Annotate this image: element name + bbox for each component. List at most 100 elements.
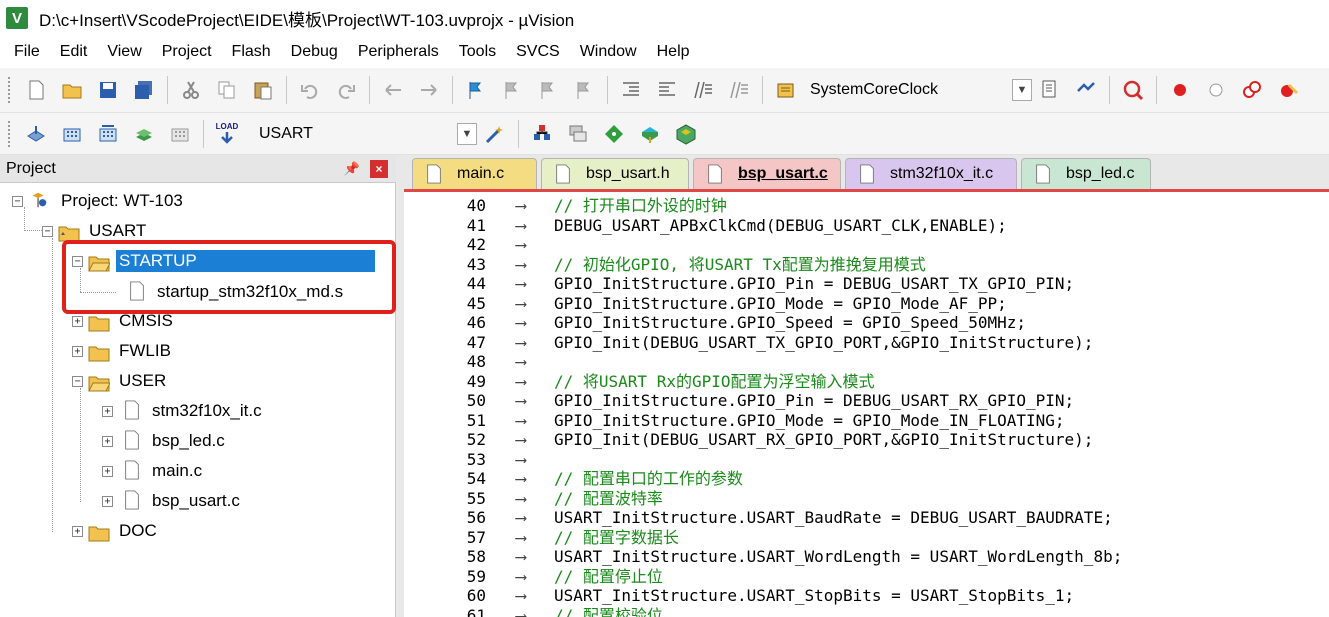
code-line[interactable]: 61 ⟶ // 配置校验位 bbox=[404, 606, 1329, 617]
tree-node-file[interactable]: startup_stm32f10x_md.s bbox=[126, 278, 346, 306]
unindent-icon[interactable] bbox=[653, 76, 681, 104]
expand-toggle[interactable]: + bbox=[102, 495, 113, 507]
stop-build-icon[interactable] bbox=[166, 120, 194, 148]
code-line[interactable]: 59 ⟶ // 配置停止位 bbox=[404, 567, 1329, 587]
nav-forward-icon[interactable] bbox=[415, 76, 443, 104]
translate-icon[interactable] bbox=[22, 120, 50, 148]
code-line[interactable]: 40 ⟶ // 打开串口外设的时钟 bbox=[404, 196, 1329, 216]
tab-bsp-usart-c[interactable]: bsp_usart.c bbox=[693, 158, 841, 189]
code-line[interactable]: 55 ⟶ // 配置波特率 bbox=[404, 489, 1329, 509]
find-in-files-icon[interactable] bbox=[772, 76, 800, 104]
menu-item-edit[interactable]: Edit bbox=[50, 36, 98, 68]
rebuild-icon[interactable] bbox=[94, 120, 122, 148]
tab-bsp-led-c[interactable]: bsp_led.c bbox=[1021, 158, 1151, 189]
menu-item-debug[interactable]: Debug bbox=[281, 36, 348, 68]
components-icon[interactable] bbox=[672, 120, 700, 148]
code-line[interactable]: 41 ⟶ DEBUG_USART_APBxClkCmd(DEBUG_USART_CL… bbox=[404, 216, 1329, 236]
save-all-icon[interactable] bbox=[130, 76, 158, 104]
menu-item-flash[interactable]: Flash bbox=[222, 36, 281, 68]
pin-icon[interactable]: 📌 bbox=[344, 161, 360, 177]
collapse-toggle[interactable]: − bbox=[12, 195, 23, 207]
code-line[interactable]: 51 ⟶ GPIO_InitStructure.GPIO_Mode = GPIO_M… bbox=[404, 411, 1329, 431]
manage-project-items-icon[interactable] bbox=[528, 120, 556, 148]
code-line[interactable]: 42 ⟶ bbox=[404, 235, 1329, 255]
uncomment-icon[interactable] bbox=[725, 76, 753, 104]
comment-icon[interactable] bbox=[689, 76, 717, 104]
tree-node-target[interactable]: − USART bbox=[42, 217, 149, 245]
menu-item-peripherals[interactable]: Peripherals bbox=[348, 36, 449, 68]
bookmark-prev-icon[interactable] bbox=[498, 76, 526, 104]
expand-toggle[interactable]: + bbox=[102, 405, 113, 417]
menu-item-window[interactable]: Window bbox=[570, 36, 647, 68]
incremental-find-icon[interactable] bbox=[1072, 76, 1100, 104]
code-line[interactable]: 52 ⟶ GPIO_Init(DEBUG_USART_RX_GPIO_PORT,&G… bbox=[404, 430, 1329, 450]
breakpoint-enable-icon[interactable] bbox=[1202, 76, 1230, 104]
toolbar-grip[interactable] bbox=[8, 120, 12, 147]
tree-node-file[interactable]: + stm32f10x_it.c bbox=[102, 397, 265, 425]
collapse-toggle[interactable]: − bbox=[42, 225, 53, 237]
chevron-down-icon[interactable]: ▼ bbox=[457, 122, 477, 145]
expand-toggle[interactable]: + bbox=[102, 435, 113, 447]
build-icon[interactable] bbox=[58, 120, 86, 148]
nav-back-icon[interactable] bbox=[379, 76, 407, 104]
pack-installer-icon[interactable] bbox=[600, 120, 628, 148]
save-icon[interactable] bbox=[94, 76, 122, 104]
code-editor[interactable]: 40 ⟶ // 打开串口外设的时钟 41 ⟶ DEBUG_USART_APBxClkCmd… bbox=[404, 189, 1329, 617]
code-line[interactable]: 44 ⟶ GPIO_InitStructure.GPIO_Pin = DEBUG_U… bbox=[404, 274, 1329, 294]
breakpoint-insert-icon[interactable] bbox=[1166, 76, 1194, 104]
code-line[interactable]: 49 ⟶ // 将USART Rx的GPIO配置为浮空输入模式 bbox=[404, 372, 1329, 392]
tree-node-project[interactable]: − Project: WT-103 bbox=[12, 187, 186, 215]
menu-item-svcs[interactable]: SVCS bbox=[506, 36, 570, 68]
bookmark-toggle-icon[interactable] bbox=[462, 76, 490, 104]
code-line[interactable]: 47 ⟶ GPIO_Init(DEBUG_USART_TX_GPIO_PORT,&G… bbox=[404, 333, 1329, 353]
select-packs-icon[interactable] bbox=[564, 120, 592, 148]
code-line[interactable]: 54 ⟶ // 配置串口的工作的参数 bbox=[404, 469, 1329, 489]
tab-stm32f10x-it-c[interactable]: stm32f10x_it.c bbox=[845, 158, 1017, 189]
tree-node-group-fwlib[interactable]: + FWLIB bbox=[72, 337, 174, 365]
code-line[interactable]: 60 ⟶ USART_InitStructure.USART_StopBits = … bbox=[404, 586, 1329, 606]
new-file-icon[interactable] bbox=[22, 76, 50, 104]
code-line[interactable]: 45 ⟶ GPIO_InitStructure.GPIO_Mode = GPIO_M… bbox=[404, 294, 1329, 314]
collapse-toggle[interactable]: − bbox=[72, 255, 83, 267]
cut-icon[interactable] bbox=[177, 76, 205, 104]
expand-toggle[interactable]: + bbox=[72, 315, 83, 327]
code-line[interactable]: 58 ⟶ USART_InitStructure.USART_WordLength … bbox=[404, 547, 1329, 567]
expand-toggle[interactable]: + bbox=[72, 525, 83, 537]
paste-icon[interactable] bbox=[249, 76, 277, 104]
tree-node-file[interactable]: + bsp_led.c bbox=[102, 427, 228, 455]
debug-session-icon[interactable] bbox=[1119, 76, 1147, 104]
menu-item-project[interactable]: Project bbox=[152, 36, 222, 68]
target-select[interactable]: USART ▼ bbox=[253, 120, 477, 148]
find-combo[interactable]: SystemCoreClock ▼ bbox=[804, 76, 1032, 104]
tree-node-group-doc[interactable]: + DOC bbox=[72, 517, 160, 545]
breakpoint-disable-all-icon[interactable] bbox=[1238, 76, 1266, 104]
code-line[interactable]: 57 ⟶ // 配置字数据长 bbox=[404, 528, 1329, 548]
chevron-down-icon[interactable]: ▼ bbox=[1012, 79, 1032, 101]
expand-toggle[interactable]: + bbox=[72, 345, 83, 357]
tab-main-c[interactable]: main.c bbox=[412, 158, 537, 189]
tab-bsp-usart-h[interactable]: bsp_usart.h bbox=[541, 158, 689, 189]
code-line[interactable]: 53 ⟶ bbox=[404, 450, 1329, 470]
tree-node-group-cmsis[interactable]: + CMSIS bbox=[72, 307, 176, 335]
code-line[interactable]: 43 ⟶ // 初始化GPIO, 将USART Tx配置为推挽复用模式 bbox=[404, 255, 1329, 275]
code-line[interactable]: 46 ⟶ GPIO_InitStructure.GPIO_Speed = GPIO_… bbox=[404, 313, 1329, 333]
breakpoint-kill-all-icon[interactable] bbox=[1274, 76, 1302, 104]
batch-build-icon[interactable] bbox=[130, 120, 158, 148]
code-line[interactable]: 56 ⟶ USART_InitStructure.USART_BaudRate = … bbox=[404, 508, 1329, 528]
copy-icon[interactable] bbox=[213, 76, 241, 104]
tree-node-group-user[interactable]: − USER bbox=[72, 367, 169, 395]
redo-icon[interactable] bbox=[332, 76, 360, 104]
menu-item-tools[interactable]: Tools bbox=[449, 36, 506, 68]
indent-icon[interactable] bbox=[617, 76, 645, 104]
panel-splitter[interactable] bbox=[396, 155, 404, 617]
toolbar-grip[interactable] bbox=[8, 77, 12, 103]
code-line[interactable]: 48 ⟶ bbox=[404, 352, 1329, 372]
download-load-icon[interactable]: LOAD bbox=[213, 120, 241, 148]
target-options-icon[interactable] bbox=[481, 120, 509, 148]
code-line[interactable]: 50 ⟶ GPIO_InitStructure.GPIO_Pin = DEBUG_U… bbox=[404, 391, 1329, 411]
tree-node-file[interactable]: + main.c bbox=[102, 457, 205, 485]
open-file-icon[interactable] bbox=[58, 76, 86, 104]
close-icon[interactable]: × bbox=[370, 159, 388, 178]
tree-node-file[interactable]: + bsp_usart.c bbox=[102, 487, 243, 515]
undo-icon[interactable] bbox=[296, 76, 324, 104]
